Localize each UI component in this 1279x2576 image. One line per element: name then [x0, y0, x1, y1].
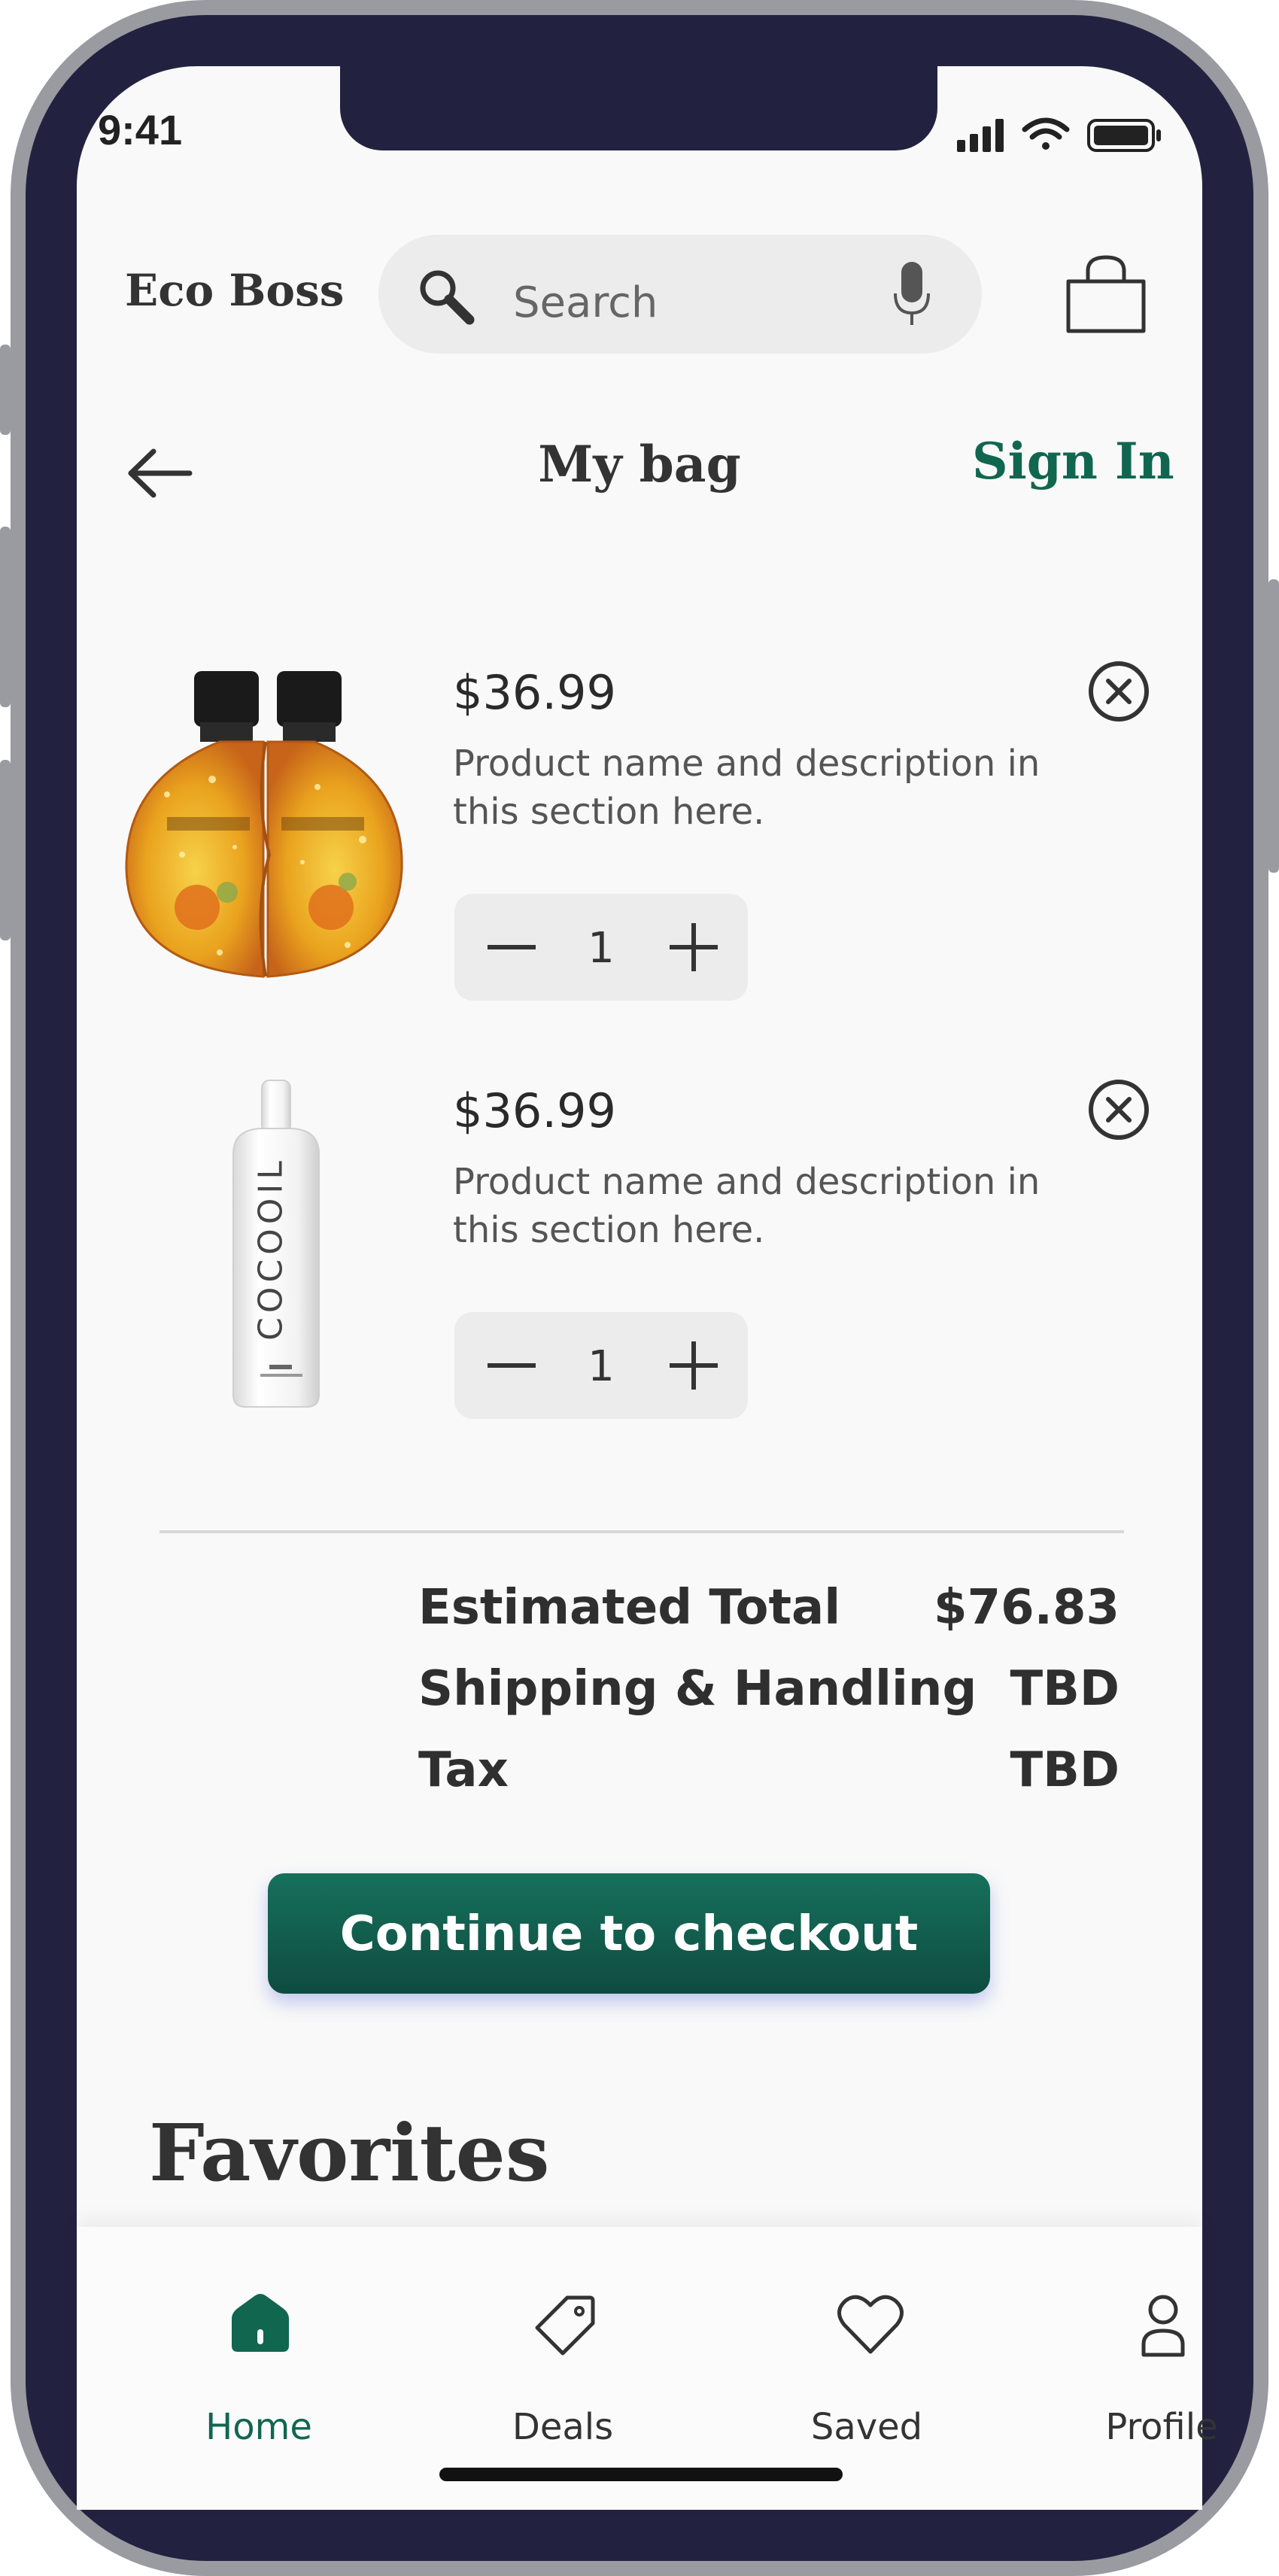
- user-icon: [1139, 2293, 1187, 2362]
- favorites-heading: Favorites: [149, 2107, 550, 2199]
- home-icon: [229, 2293, 292, 2357]
- back-arrow-icon[interactable]: [126, 447, 193, 503]
- status-time: 9:41: [98, 106, 183, 153]
- tab-saved[interactable]: Saved: [754, 2227, 980, 2453]
- tab-home[interactable]: Home: [146, 2227, 372, 2453]
- tag-icon: [533, 2293, 596, 2360]
- tab-label: Saved: [810, 2406, 923, 2448]
- brand-logo[interactable]: Eco Boss: [125, 265, 344, 316]
- tab-label: Deals: [512, 2406, 614, 2448]
- tax-label: Tax: [418, 1742, 509, 1798]
- quantity-value: 1: [588, 924, 615, 973]
- page-title: My bag: [538, 435, 741, 494]
- remove-item-icon[interactable]: [1088, 661, 1150, 722]
- heart-icon: [837, 2293, 904, 2360]
- plus-icon-vertical[interactable]: [691, 1341, 696, 1390]
- minus-icon[interactable]: [488, 1363, 536, 1368]
- notch: [340, 66, 937, 150]
- bottle-label-text: COCOOIL: [251, 1156, 290, 1341]
- status-icons: [957, 113, 1168, 162]
- item-price: $36.99: [453, 1083, 616, 1138]
- power-button: [1268, 579, 1279, 873]
- battery-icon: [1087, 119, 1161, 152]
- quantity-value: 1: [588, 1342, 615, 1391]
- tab-label: Profile: [1105, 2406, 1218, 2448]
- shipping-value: TBD: [1010, 1661, 1120, 1717]
- product-image-cocooil[interactable]: COCOOIL: [203, 1079, 331, 1414]
- item-description: Product name and description in this sec…: [453, 1161, 1041, 1251]
- shopping-bag-icon[interactable]: [1064, 254, 1148, 338]
- minus-icon[interactable]: [488, 945, 536, 949]
- microphone-icon[interactable]: [892, 260, 931, 333]
- mute-switch: [0, 345, 11, 435]
- remove-item-icon[interactable]: [1088, 1079, 1150, 1141]
- tab-profile[interactable]: Profile: [1049, 2227, 1274, 2453]
- checkout-button[interactable]: Continue to checkout: [268, 1873, 990, 1994]
- home-indicator[interactable]: [439, 2468, 843, 2481]
- tab-deals[interactable]: Deals: [450, 2227, 676, 2453]
- wifi-icon: [1022, 117, 1070, 150]
- item-price: $36.99: [453, 665, 616, 720]
- divider: [159, 1530, 1124, 1533]
- quantity-stepper: 1: [454, 894, 748, 1001]
- volume-down-button: [0, 760, 11, 940]
- plus-icon-vertical[interactable]: [691, 923, 696, 971]
- cellular-signal-icon: [957, 119, 1004, 152]
- product-image-amber-oil[interactable]: [122, 667, 408, 986]
- quantity-stepper: 1: [454, 1312, 748, 1419]
- estimated-total-value: $76.83: [934, 1580, 1120, 1636]
- tax-value: TBD: [1010, 1742, 1120, 1798]
- tab-label: Home: [205, 2406, 312, 2448]
- estimated-total-label: Estimated Total: [418, 1580, 841, 1636]
- item-description: Product name and description in this sec…: [453, 743, 1041, 833]
- search-icon[interactable]: [417, 267, 477, 331]
- volume-up-button: [0, 527, 11, 707]
- sign-in-link[interactable]: Sign In: [972, 432, 1174, 491]
- search-input[interactable]: Search: [513, 278, 658, 327]
